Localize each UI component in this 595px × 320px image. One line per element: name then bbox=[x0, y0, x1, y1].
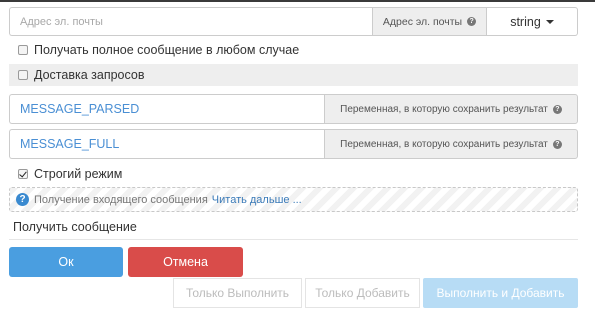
email-type-dropdown[interactable]: string bbox=[487, 7, 578, 36]
variable-parsed-addon-label: Переменная, в которую сохранить результа… bbox=[340, 103, 548, 115]
delivery-checkbox[interactable] bbox=[18, 70, 28, 80]
full-message-option[interactable]: Получать полное сообщение в любом случае bbox=[9, 39, 578, 61]
variable-full-addon-label: Переменная, в которую сохранить результа… bbox=[340, 138, 548, 150]
delivery-option[interactable]: Доставка запросов bbox=[9, 64, 578, 86]
full-message-checkbox[interactable] bbox=[18, 45, 28, 55]
ok-button[interactable]: Ок bbox=[9, 247, 123, 277]
info-text: Получение входящего сообщения bbox=[34, 193, 208, 206]
execute-and-add-button[interactable]: Выполнить и Добавить bbox=[423, 278, 578, 308]
delivery-label: Доставка запросов bbox=[34, 68, 145, 82]
cancel-button[interactable]: Отмена bbox=[128, 247, 243, 277]
section-title: Получить сообщение bbox=[9, 215, 578, 240]
email-input[interactable] bbox=[9, 7, 372, 36]
execute-only-button[interactable]: Только Выполнить bbox=[173, 278, 302, 308]
variable-row-parsed: Переменная, в которую сохранить результа… bbox=[9, 94, 578, 124]
variable-parsed-addon: Переменная, в которую сохранить результа… bbox=[324, 94, 578, 124]
email-addon: Адрес эл. почты ? bbox=[372, 7, 487, 36]
top-border bbox=[0, 0, 595, 2]
info-box: ? Получение входящего сообщения Читать д… bbox=[9, 187, 578, 212]
email-addon-label: Адрес эл. почты bbox=[382, 15, 463, 28]
strict-mode-option[interactable]: Строгий режим bbox=[9, 163, 578, 185]
email-field-group: Адрес эл. почты ? string bbox=[9, 7, 578, 36]
chevron-down-icon bbox=[545, 19, 554, 24]
help-icon[interactable]: ? bbox=[552, 139, 562, 149]
add-only-button[interactable]: Только Добавить bbox=[305, 278, 420, 308]
read-more-link[interactable]: Читать дальше ... bbox=[212, 194, 302, 206]
help-icon[interactable]: ? bbox=[467, 17, 477, 26]
variable-row-full: Переменная, в которую сохранить результа… bbox=[9, 129, 578, 159]
variable-parsed-input[interactable] bbox=[9, 94, 324, 124]
help-icon[interactable]: ? bbox=[552, 104, 562, 114]
email-type-value: string bbox=[510, 14, 541, 29]
info-question-icon: ? bbox=[16, 193, 29, 206]
strict-mode-checkbox[interactable] bbox=[18, 169, 28, 179]
variable-full-addon: Переменная, в которую сохранить результа… bbox=[324, 129, 578, 159]
full-message-label: Получать полное сообщение в любом случае bbox=[34, 43, 300, 57]
variable-full-input[interactable] bbox=[9, 129, 324, 159]
strict-mode-label: Строгий режим bbox=[34, 167, 123, 181]
